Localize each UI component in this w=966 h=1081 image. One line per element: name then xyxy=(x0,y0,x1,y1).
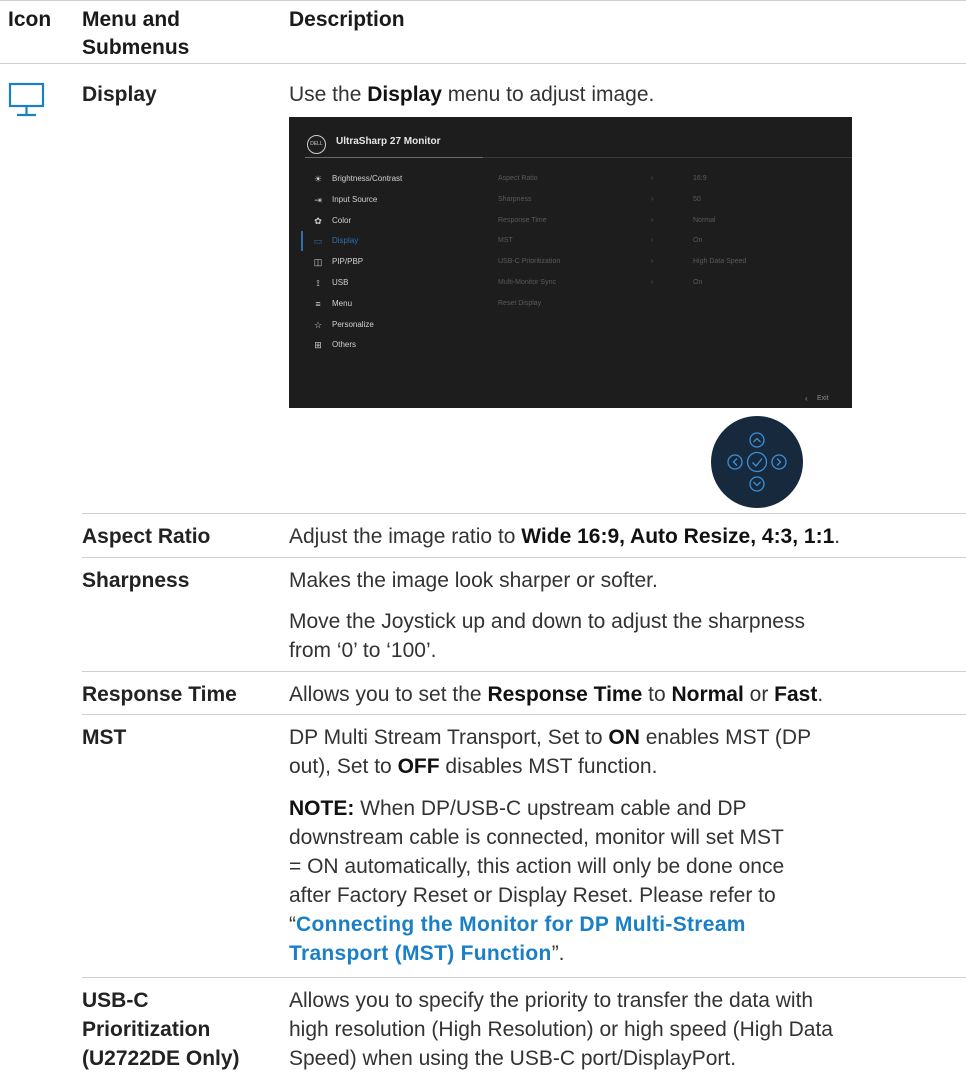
osd-nav-item[interactable]: ⇥ Input Source xyxy=(301,190,481,210)
row-rule xyxy=(82,513,966,514)
osd-nav-item[interactable]: ◫ PIP/PBP xyxy=(301,252,481,272)
osd-nav-item[interactable]: ▭ Display xyxy=(301,231,481,251)
response-time-label: Response Time xyxy=(82,683,237,706)
mst-note-2: downstream cable is connected, monitor w… xyxy=(289,826,784,849)
usb-icon: ⟟ xyxy=(316,278,320,288)
osd-nav-label: Others xyxy=(332,340,357,350)
mst-label: MST xyxy=(82,726,127,749)
osd-nav-item[interactable]: ☆ Personalize xyxy=(301,315,481,335)
osd-title: UltraSharp 27 Monitor xyxy=(336,136,441,147)
osd-nav-label: Brightness/Contrast xyxy=(332,174,403,183)
mst-description-2: out), Set to OFF disables MST function. xyxy=(289,755,658,778)
mst-description-1: DP Multi Stream Transport, Set to ON ena… xyxy=(289,726,812,749)
osd-option-label[interactable]: MST xyxy=(498,231,513,251)
osd-nav-item[interactable]: ✿ Color xyxy=(301,211,481,231)
osd-nav-label: Input Source xyxy=(332,194,378,204)
chevron-right-icon: › xyxy=(651,216,654,224)
osd-nav-label: PIP/PBP xyxy=(332,257,364,267)
row-rule xyxy=(82,557,966,558)
menu-icon: ≡ xyxy=(315,298,321,309)
osd-title-rule-right xyxy=(483,157,852,158)
chevron-left-icon: ‹ xyxy=(805,394,808,403)
mst-link[interactable]: Connecting the Monitor for DP Multi-Stre… xyxy=(296,913,746,936)
chevron-right-icon: › xyxy=(651,195,654,203)
osd-option-label[interactable]: Reset Display xyxy=(498,294,541,314)
osd-nav-item[interactable]: ⟟ USB xyxy=(301,273,481,293)
row-rule xyxy=(82,977,966,978)
osd-option-label[interactable]: USB-C Prioritization xyxy=(498,252,560,272)
osd-nav-label: Color xyxy=(332,215,352,225)
osd-screenshot: DELL UltraSharp 27 Monitor ☀ Brightness/C… xyxy=(289,117,852,408)
osd-nav-label: Personalize xyxy=(332,319,374,329)
osd-nav-label: Menu xyxy=(332,298,353,308)
header-menu: Menu and Submenus xyxy=(82,8,190,59)
osd-title-rule xyxy=(305,157,483,158)
sharpness-label: Sharpness xyxy=(82,569,190,592)
osd-active-indicator xyxy=(301,231,303,252)
pip-pbp-icon: ◫ xyxy=(313,257,323,268)
mst-link-line-2: Transport (MST) Function”. xyxy=(289,942,565,965)
mst-note-1: NOTE: When DP/USB-C upstream cable and D… xyxy=(289,797,747,820)
usbc-label-3: (U2722DE Only) xyxy=(82,1047,240,1070)
chevron-right-icon: › xyxy=(651,279,654,286)
osd-nav-item[interactable]: ☀ Brightness/Contrast xyxy=(301,169,481,189)
header-rule xyxy=(0,63,966,64)
star-icon: ☆ xyxy=(313,319,323,330)
monitor-icon xyxy=(8,81,46,121)
header-icon: Icon xyxy=(8,8,52,31)
osd-nav-label: Display xyxy=(332,236,359,246)
mst-link-line-1: “Connecting the Monitor for DP Multi-Str… xyxy=(289,913,746,936)
mst-note-4: after Factory Reset or Display Reset. Pl… xyxy=(289,884,776,907)
osd-option-label[interactable]: Aspect Ratio xyxy=(498,169,538,189)
chevron-right-icon: › xyxy=(651,175,654,182)
osd-nav-label: USB xyxy=(332,278,349,287)
osd-option-label[interactable]: Sharpness xyxy=(498,190,531,210)
aspect-ratio-description: Adjust the image ratio to Wide 16:9, Aut… xyxy=(289,525,841,548)
sharpness-description-2b: from ‘0’ to ‘100’. xyxy=(289,639,437,662)
usbc-label-2: Prioritization xyxy=(82,1018,211,1041)
display-label: Display xyxy=(82,83,157,106)
color-icon: ✿ xyxy=(314,215,322,226)
osd-option-label[interactable]: Multi-Monitor Sync xyxy=(498,273,556,293)
dell-logo: DELL xyxy=(307,135,326,154)
brightness-icon: ☀ xyxy=(313,174,323,184)
row-rule xyxy=(82,671,966,672)
osd-option-value: 16:9 xyxy=(693,175,707,182)
display-icon: ▭ xyxy=(313,236,323,247)
mst-note-3: = ON automatically, this action will onl… xyxy=(289,855,785,878)
osd-nav-item[interactable]: ⊞ Others xyxy=(301,335,481,355)
osd-option-value: High Data Speed xyxy=(693,258,747,266)
sharpness-description: Makes the image look sharper or softer. xyxy=(289,569,658,592)
aspect-ratio-label: Aspect Ratio xyxy=(82,525,211,548)
usbc-label-1: USB-C xyxy=(82,989,149,1012)
chevron-right-icon: › xyxy=(651,237,654,245)
osd-option-value: On xyxy=(693,237,703,245)
display-description: Use the Display menu to adjust image. xyxy=(289,83,655,106)
response-time-description: Allows you to set the Response Time to N… xyxy=(289,683,824,706)
usbc-description-3: Speed) when using the USB-C port/Display… xyxy=(289,1047,737,1070)
others-icon: ⊞ xyxy=(314,340,322,351)
osd-option-label[interactable]: Response Time xyxy=(498,211,547,231)
usbc-description-2: high resolution (High Resolution) or hig… xyxy=(289,1018,833,1041)
header-description: Description xyxy=(289,8,405,31)
sharpness-description-2a: Move the Joystick up and down to adjust … xyxy=(289,610,805,633)
osd-nav-item[interactable]: ≡ Menu xyxy=(301,294,481,314)
osd-option-value: Normal xyxy=(693,216,716,224)
osd-option-value: 50 xyxy=(693,195,701,203)
mst-link-cont[interactable]: Transport (MST) Function xyxy=(289,942,552,965)
osd-option-value: On xyxy=(693,279,703,286)
top-rule xyxy=(0,0,966,1)
osd-exit[interactable]: Exit xyxy=(817,395,829,402)
chevron-right-icon: › xyxy=(651,258,654,266)
joystick-icon xyxy=(711,416,803,508)
input-source-icon: ⇥ xyxy=(314,194,322,205)
usbc-description-1: Allows you to specify the priority to tr… xyxy=(289,989,814,1012)
row-rule xyxy=(82,714,966,715)
